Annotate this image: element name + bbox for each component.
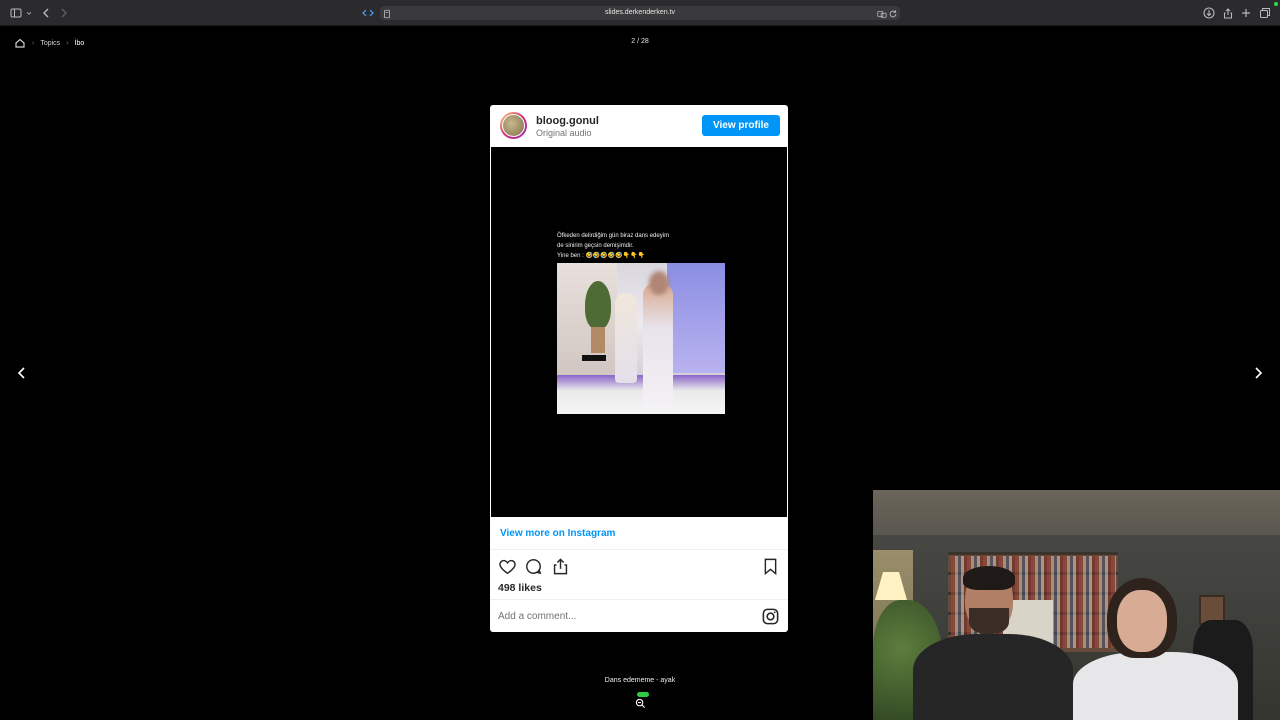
share-icon[interactable] [1222,6,1234,20]
previous-slide-icon[interactable] [15,366,29,380]
share-icon[interactable] [551,557,570,576]
bookmark-icon[interactable] [761,557,780,576]
video-caption-text: Öfkeden delirdiğim gün biraz dans edeyim… [557,231,717,261]
slide-caption: Dans edememe - ayak [604,677,676,684]
video-watermark [582,355,606,361]
zoom-control[interactable] [634,692,649,709]
video-frame [557,263,725,414]
webcam-person-left [913,566,1083,720]
url-text: slides.derkenderken.tv [604,9,676,16]
breadcrumb-separator: › [66,39,69,47]
breadcrumb-topics[interactable]: Topics [40,40,60,47]
avatar[interactable] [500,112,527,139]
breadcrumb-current: İbo [74,39,85,47]
comment-row: Add a comment... [490,599,788,632]
slide-counter: 2 / 28 [631,38,649,45]
new-tab-icon[interactable] [1240,6,1252,20]
tab-overview-icon[interactable] [1259,6,1271,20]
address-bar[interactable]: slides.derkenderken.tv [380,6,900,20]
instagram-audio-label[interactable]: Original audio [536,128,592,138]
webcam-person-right [1073,578,1243,720]
download-icon[interactable] [1203,6,1215,20]
video-caption-line: Yine ben : 🤣🤣🤣🤣🤣👇👇👇 [557,253,646,259]
instagram-actions [490,555,788,579]
video-caption-line: de sinirim geçsin demişimdir. [557,243,634,249]
comment-icon[interactable] [524,557,543,576]
heart-icon[interactable] [498,557,517,576]
view-profile-button[interactable]: View profile [702,115,780,136]
instagram-embed: bloog.gonul Original audio View profile … [490,105,788,632]
breadcrumb-separator: › [32,39,35,47]
zoom-out-icon[interactable] [635,696,646,709]
reader-icon[interactable] [362,6,374,20]
next-slide-icon[interactable] [1251,366,1265,380]
likes-count[interactable]: 498 likes [498,582,542,594]
video-caption-line: Öfkeden delirdiğim gün biraz dans edeyim [557,233,670,239]
instagram-media[interactable]: Öfkeden delirdiğim gün biraz dans edeyim… [491,147,787,517]
reload-icon[interactable] [888,7,898,21]
home-icon[interactable] [14,38,26,48]
breadcrumb: › Topics › İbo [14,38,84,48]
view-more-link-row: View more on Instagram [490,517,788,550]
recording-indicator [1274,2,1278,6]
sidebar-toggle-icon[interactable] [9,6,23,20]
instagram-header: bloog.gonul Original audio View profile [490,105,788,147]
view-more-link[interactable]: View more on Instagram [500,528,615,539]
forward-icon[interactable] [58,6,70,20]
instagram-username[interactable]: bloog.gonul [536,115,599,127]
webcam-video [873,490,1280,720]
chevron-down-icon[interactable] [25,6,33,20]
back-icon[interactable] [40,6,52,20]
comment-input[interactable]: Add a comment... [498,611,576,622]
instagram-logo-icon[interactable] [761,607,780,626]
browser-toolbar: slides.derkenderken.tv [0,0,1280,26]
translate-icon[interactable] [877,7,887,21]
